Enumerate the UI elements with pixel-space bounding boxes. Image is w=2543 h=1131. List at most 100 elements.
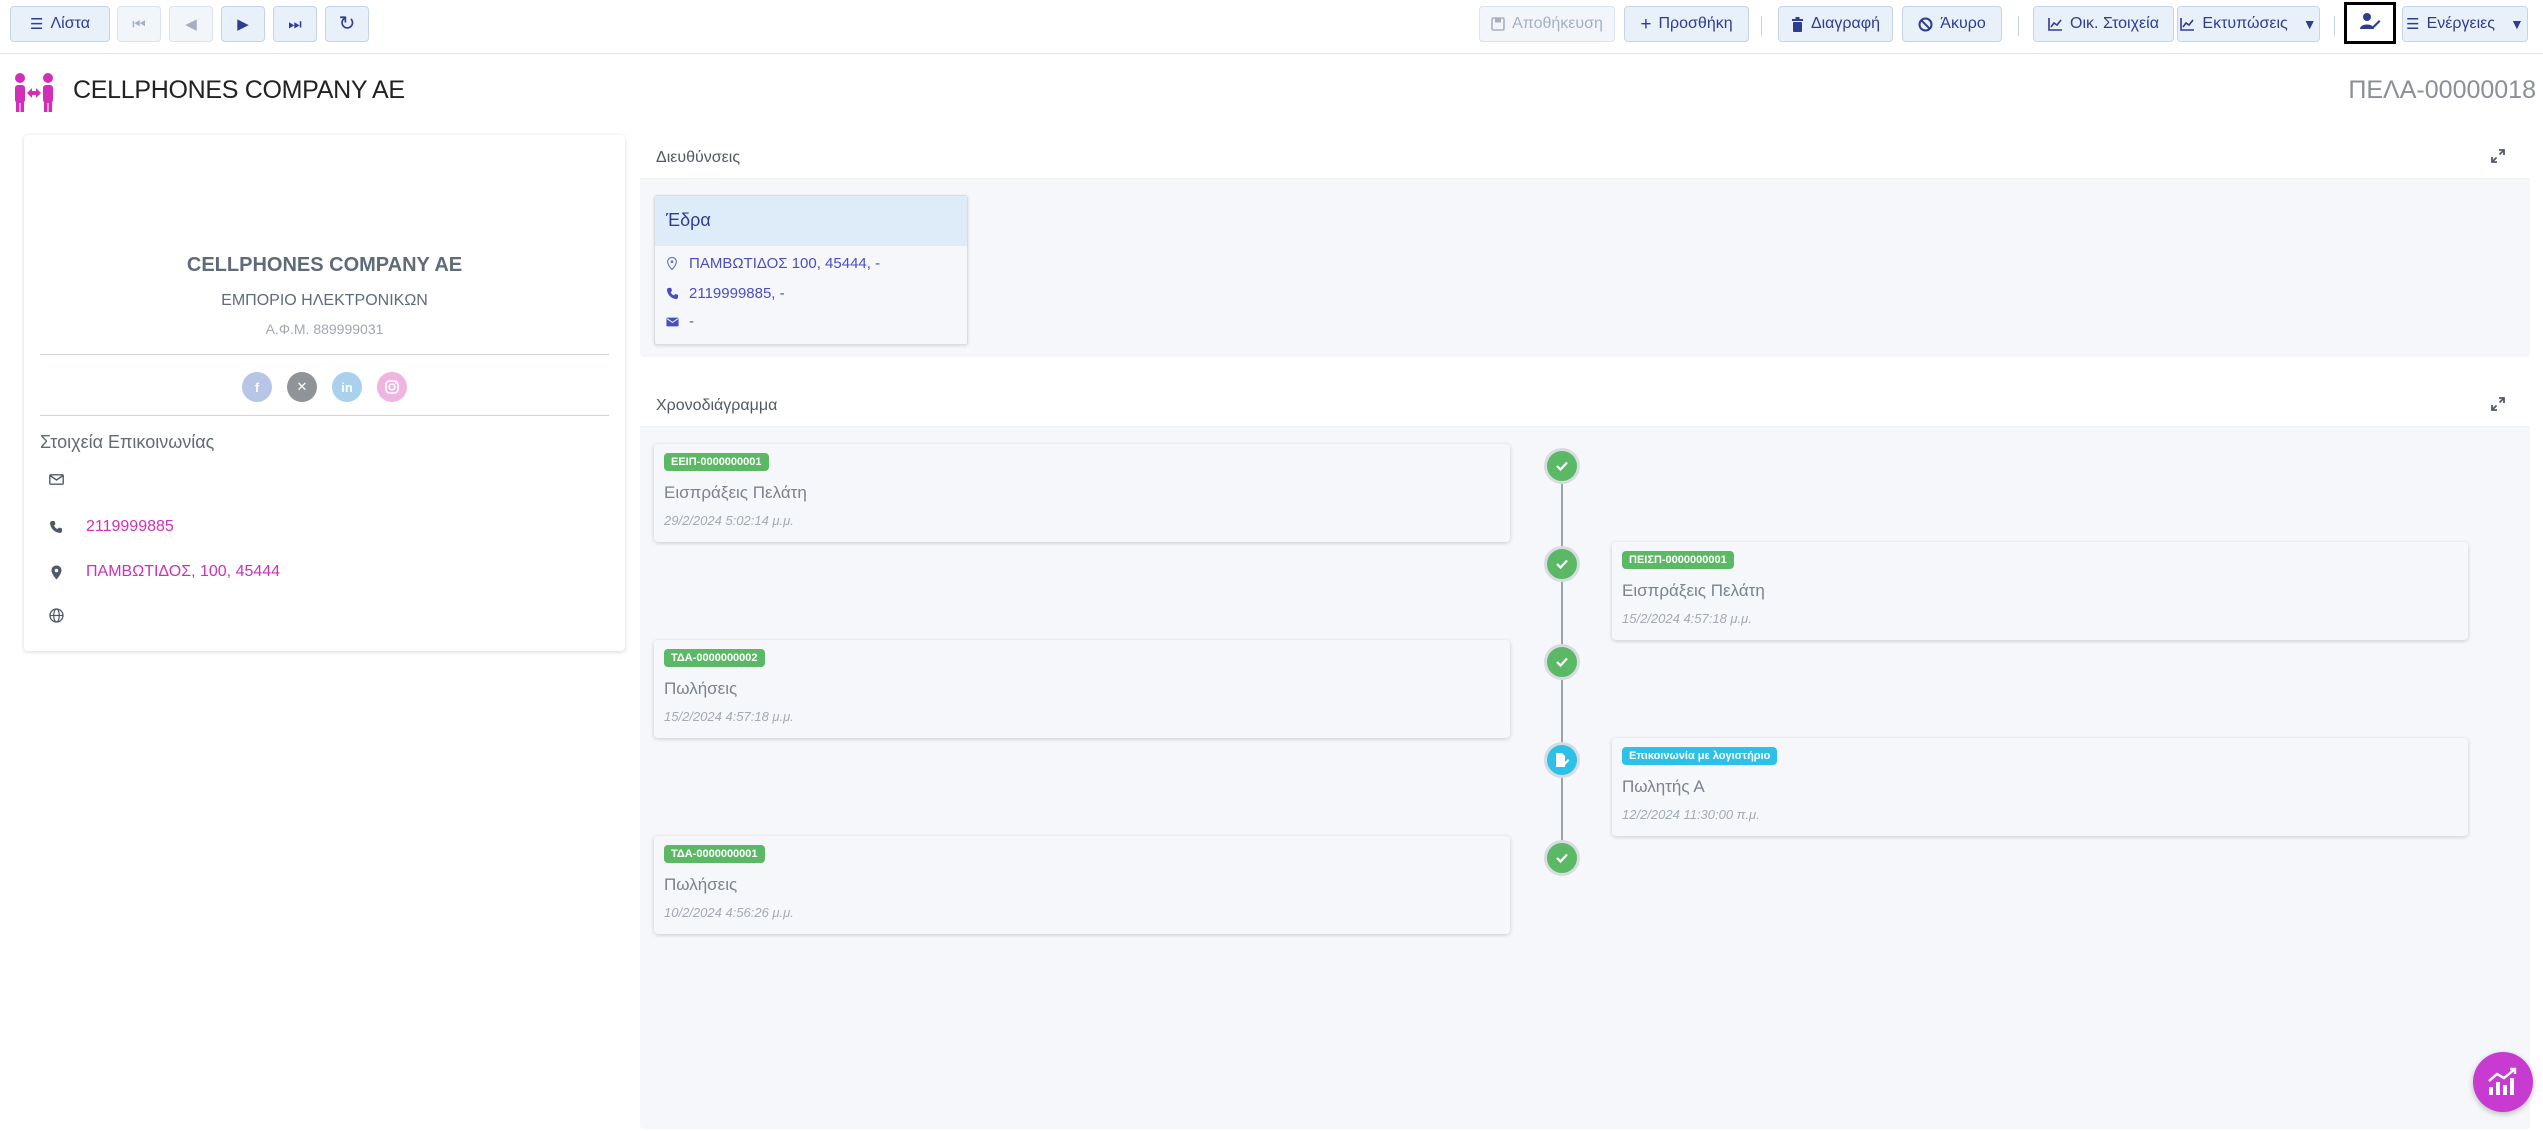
user-edit-icon — [2359, 12, 2381, 35]
timeline-badge: ΕΕΙΠ-0000000001 — [664, 453, 769, 471]
map-marker-icon — [46, 565, 66, 580]
analytics-fab-button[interactable] — [2473, 1052, 2533, 1112]
next-record-button[interactable]: ▶ — [221, 6, 265, 42]
addresses-panel: Διευθύνσεις Έδρα ΠΑΜΒΩΤΙΔΟΣ 100, 45444, … — [640, 135, 2530, 357]
contact-section-title: Στοιχεία Επικοινωνίας — [40, 432, 215, 452]
add-button[interactable]: + Προσθήκη — [1624, 6, 1749, 42]
phone-icon — [665, 287, 679, 300]
timeline-card[interactable]: ΕΕΙΠ-0000000001 Εισπράξεις Πελάτη 29/2/2… — [654, 444, 1510, 542]
expand-icon[interactable] — [2490, 396, 2508, 414]
timeline-date: 15/2/2024 4:57:18 μ.μ. — [1622, 611, 1752, 626]
expand-icon[interactable] — [2490, 148, 2508, 166]
timeline-description: Πωλήσεις — [664, 679, 738, 698]
timeline-card[interactable]: ΠΕΙΣΠ-0000000001 Εισπράξεις Πελάτη 15/2/… — [1612, 542, 2468, 640]
save-button[interactable]: Αποθήκευση — [1479, 6, 1615, 42]
globe-icon — [46, 608, 66, 623]
timeline-date: 12/2/2024 11:30:00 π.μ. — [1622, 807, 1760, 822]
caret-left-icon: ◀ — [185, 15, 197, 33]
profile-name: CELLPHONES COMPANY AE — [186, 254, 463, 276]
timeline-description: Πωλήσεις — [664, 875, 738, 894]
page-title: CELLPHONES COMPANY AE — [73, 76, 405, 104]
timeline-card[interactable]: ΤΔΑ-0000000002 Πωλήσεις 15/2/2024 4:57:1… — [654, 640, 1510, 738]
contact-website-row — [46, 608, 86, 623]
envelope-icon — [46, 474, 66, 485]
skip-last-icon: ⏭ — [288, 15, 302, 33]
file-signature-icon — [1544, 742, 1580, 778]
timeline-badge: ΤΔΑ-0000000001 — [664, 845, 765, 863]
last-record-button[interactable]: ⏭ — [273, 6, 317, 42]
timeline-date: 29/2/2024 5:02:14 μ.μ. — [664, 513, 794, 528]
map-marker-icon — [665, 257, 679, 270]
timeline-badge: ΤΔΑ-0000000002 — [664, 649, 765, 667]
prints-dropdown[interactable]: Εκτυπώσεις ▼ — [2177, 6, 2320, 42]
profile-afm: Α.Φ.Μ. 889999031 — [265, 321, 384, 337]
timeline-badge: Επικοινωνία με λογιστήριο — [1622, 747, 1778, 765]
menu-icon: ☰ — [2406, 15, 2420, 33]
address-line: ΠΑΜΒΩΤΙΔΟΣ 100, 45444, - — [665, 255, 880, 272]
linkedin-icon[interactable]: in — [332, 372, 362, 402]
plus-icon: + — [1640, 13, 1652, 35]
timeline-card[interactable]: Επικοινωνία με λογιστήριο Πωλητής Α 12/2… — [1612, 738, 2468, 836]
actions-dropdown[interactable]: ☰ Ενέργειες ▼ — [2402, 6, 2528, 42]
first-record-button[interactable]: ⏮ — [117, 6, 161, 42]
toolbar-divider — [2334, 16, 2335, 36]
timeline-badge: ΠΕΙΣΠ-0000000001 — [1622, 551, 1734, 569]
timeline-description: Πωλητής Α — [1622, 777, 1705, 796]
timeline-card[interactable]: ΤΔΑ-0000000001 Πωλήσεις 10/2/2024 4:56:2… — [654, 836, 1510, 934]
skip-first-icon: ⏮ — [132, 15, 146, 33]
check-icon — [1544, 546, 1580, 582]
toolbar: ☰ Λίστα ⏮ ◀ ▶ ⏭ ↻ Αποθήκευση + Προσθήκη … — [0, 0, 2543, 54]
list-button[interactable]: ☰ Λίστα — [10, 6, 110, 42]
caret-right-icon: ▶ — [237, 15, 249, 33]
previous-record-button[interactable]: ◀ — [169, 6, 213, 42]
refresh-icon: ↻ — [338, 13, 356, 35]
toolbar-divider — [1761, 16, 1762, 36]
save-icon — [1491, 17, 1505, 31]
financials-button[interactable]: Οικ. Στοιχεία — [2033, 6, 2174, 42]
check-icon — [1544, 840, 1580, 876]
record-code: ΠΕΛΑ-00000018 — [2348, 76, 2536, 104]
chart-line-icon — [2048, 17, 2063, 31]
address-email-line: - — [665, 313, 694, 330]
address-label: Έδρα — [655, 196, 967, 246]
customer-relation-icon — [10, 70, 58, 114]
timeline-description: Εισπράξεις Πελάτη — [1622, 581, 1765, 600]
contact-email-row — [46, 474, 86, 485]
timeline-description: Εισπράξεις Πελάτη — [664, 483, 807, 502]
instagram-icon[interactable] — [377, 372, 407, 402]
divider — [40, 354, 609, 355]
caret-down-icon: ▼ — [2302, 16, 2317, 32]
profile-card: CELLPHONES COMPANY AE ΕΜΠΟΡΙΟ ΗΛΕΚΤΡΟΝΙΚ… — [24, 135, 625, 651]
trash-icon — [1791, 16, 1804, 32]
timeline-panel-header: Χρονοδιάγραμμα — [640, 383, 2530, 427]
address-phone-line: 2119999885, - — [665, 285, 785, 302]
contact-address-row: ΠΑΜΒΩΤΙΔΟΣ, 100, 45444 — [46, 563, 280, 581]
ban-icon — [1918, 17, 1933, 32]
contact-phone-row: 2119999885 — [46, 518, 174, 536]
divider — [40, 415, 609, 416]
check-icon — [1544, 644, 1580, 680]
timeline-date: 10/2/2024 4:56:26 μ.μ. — [664, 905, 794, 920]
user-edit-button[interactable] — [2344, 2, 2396, 44]
list-icon: ☰ — [30, 15, 44, 33]
contact-address[interactable]: ΠΑΜΒΩΤΙΔΟΣ, 100, 45444 — [86, 563, 280, 581]
contact-phone[interactable]: 2119999885 — [86, 518, 174, 536]
address-card[interactable]: Έδρα ΠΑΜΒΩΤΙΔΟΣ 100, 45444, - 2119999885… — [654, 195, 968, 345]
phone-icon — [46, 520, 66, 534]
refresh-button[interactable]: ↻ — [325, 6, 369, 42]
chart-line-icon — [2180, 17, 2195, 31]
toolbar-divider — [2018, 16, 2019, 36]
caret-down-icon: ▼ — [2510, 16, 2524, 32]
timeline-date: 15/2/2024 4:57:18 μ.μ. — [664, 709, 794, 724]
social-links: f ✕ in — [24, 372, 625, 402]
facebook-icon[interactable]: f — [242, 372, 272, 402]
check-icon — [1544, 448, 1580, 484]
timeline-title: Χρονοδιάγραμμα — [656, 397, 778, 414]
addresses-panel-header: Διευθύνσεις — [640, 135, 2530, 179]
cancel-button[interactable]: Άκυρο — [1902, 6, 2002, 42]
envelope-icon — [665, 317, 679, 327]
chart-line-icon — [2488, 1067, 2517, 1095]
x-twitter-icon[interactable]: ✕ — [287, 372, 317, 402]
addresses-title: Διευθύνσεις — [656, 149, 741, 166]
delete-button[interactable]: Διαγραφή — [1778, 6, 1893, 42]
